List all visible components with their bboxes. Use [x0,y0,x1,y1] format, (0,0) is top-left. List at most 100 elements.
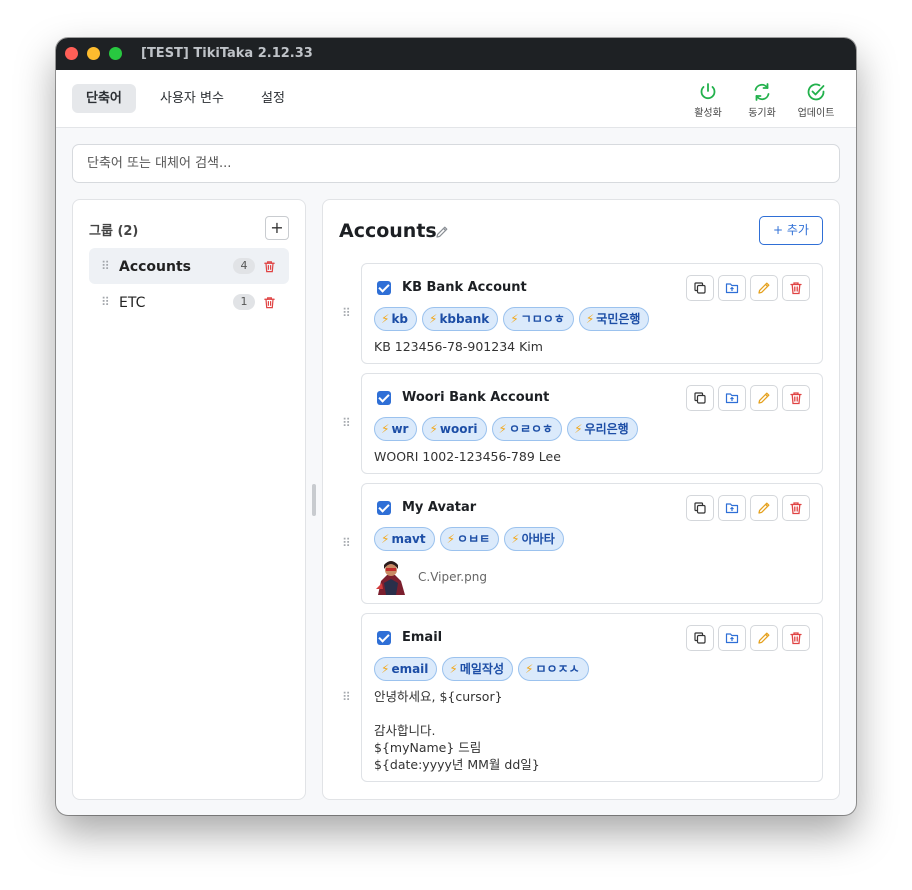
copy-icon [694,502,706,514]
drag-handle-icon[interactable]: ⠿ [101,259,110,273]
trigger-tag[interactable]: ⚡ ㅁㅇㅈㅅ [518,657,589,681]
snippet-card-kb[interactable]: ⠿ KB Bank Account ⚡ kb ⚡ kbbank ⚡ ㄱㅁㅇㅎ ⚡… [342,263,823,364]
snippet-card-avatar[interactable]: ⠿ My Avatar ⚡ mavt ⚡ ㅇㅂㅌ ⚡ 아바타 C.Viper.p… [342,483,823,604]
window-title: [TEST] TikiTaka 2.12.33 [141,46,313,61]
trigger-tags: ⚡ email ⚡ 메일작성 ⚡ ㅁㅇㅈㅅ [374,657,589,681]
edit-group-name-button[interactable] [435,224,449,243]
bolt-icon: ⚡ [498,422,507,436]
trigger-tag[interactable]: ⚡ kb [374,307,418,331]
drag-handle-icon[interactable]: ⠿ [342,416,351,430]
add-snippet-button[interactable]: + 추가 [759,216,823,245]
trigger-tag[interactable]: ⚡ ㄱㅁㅇㅎ [503,307,574,331]
snippet-name: Email [402,630,443,645]
edit-button[interactable] [750,385,778,411]
delete-button[interactable] [782,385,810,411]
copy-icon [694,392,706,404]
folder-move-icon [725,503,739,514]
group-header: 그룹 (2) [89,224,139,239]
tab-shortcuts[interactable]: 단축어 [72,84,136,113]
snippet-card-woori[interactable]: ⠿ Woori Bank Account ⚡ wr ⚡ woori ⚡ ㅇㄹㅇㅎ… [342,373,823,474]
copy-button[interactable] [686,275,714,301]
move-to-folder-button[interactable] [718,625,746,651]
tag-label: ㅇㅂㅌ [457,532,491,546]
edit-button[interactable] [750,495,778,521]
sync-button[interactable]: 동기화 [736,82,788,119]
tag-label: 메일작성 [459,662,505,676]
trash-icon [790,392,802,405]
group-count-badge: 1 [233,294,255,310]
trigger-tag[interactable]: ⚡ email [374,657,438,681]
move-to-folder-button[interactable] [718,385,746,411]
drag-handle-icon[interactable]: ⠿ [342,536,351,550]
trigger-tag[interactable]: ⚡ kbbank [422,307,499,331]
group-item-accounts[interactable]: ⠿ Accounts 4 [89,248,289,284]
snippet-card-email[interactable]: ⠿ Email ⚡ email ⚡ 메일작성 ⚡ ㅁㅇㅈㅅ 안녕하세요, ${c… [342,613,823,782]
update-button[interactable]: 업데이트 [790,82,842,119]
bolt-icon: ⚡ [511,532,520,546]
snippet-name: Woori Bank Account [402,390,550,405]
trigger-tag[interactable]: ⚡ 메일작성 [442,657,514,681]
trigger-tag[interactable]: ⚡ wr [374,417,418,441]
copy-button[interactable] [686,385,714,411]
edit-button[interactable] [750,275,778,301]
folder-move-icon [725,393,739,404]
close-window-button[interactable] [65,47,78,60]
group-item-etc[interactable]: ⠿ ETC 1 [89,284,289,320]
enabled-checkbox[interactable] [377,391,391,405]
trigger-tag[interactable]: ⚡ 우리은행 [567,417,638,441]
delete-button[interactable] [782,275,810,301]
search-input[interactable] [72,144,840,183]
delete-button[interactable] [782,625,810,651]
drag-handle-icon[interactable]: ⠿ [101,295,110,309]
trigger-tag[interactable]: ⚡ 아바타 [504,527,564,551]
pencil-icon [758,392,770,404]
trigger-tags: ⚡ wr ⚡ woori ⚡ ㅇㄹㅇㅎ ⚡ 우리은행 [374,417,638,441]
copy-button[interactable] [686,625,714,651]
pencil-icon [758,502,770,514]
pencil-icon [436,226,448,238]
folder-move-icon [725,283,739,294]
trigger-tag[interactable]: ⚡ mavt [374,527,435,551]
tab-user-variables[interactable]: 사용자 변수 [146,84,238,113]
delete-button[interactable] [782,495,810,521]
enabled-checkbox[interactable] [377,501,391,515]
drag-handle-icon[interactable]: ⠿ [342,306,351,320]
enabled-checkbox[interactable] [377,281,391,295]
trigger-tag[interactable]: ⚡ woori [422,417,487,441]
trash-icon [790,632,802,645]
minimize-window-button[interactable] [87,47,100,60]
window-controls [65,47,122,60]
delete-group-button[interactable] [263,258,276,277]
add-group-button[interactable]: + [265,216,289,240]
trigger-tag[interactable]: ⚡ ㅇㄹㅇㅎ [491,417,563,441]
snippet-name: My Avatar [402,500,477,515]
delete-group-button[interactable] [263,294,276,313]
trash-icon [264,297,275,309]
copy-icon [694,282,706,294]
group-sidebar: 그룹 (2) + ⠿ Accounts 4 ⠿ ETC 1 [72,199,306,800]
tag-label: mavt [391,532,426,546]
bolt-icon: ⚡ [449,662,458,676]
tag-label: 아바타 [521,532,555,546]
copy-icon [694,632,706,644]
snippet-panel: Accounts + 추가 ⠿ KB Bank Account ⚡ kb ⚡ k… [322,199,840,800]
tag-label: kbbank [439,312,490,326]
activate-button[interactable]: 활성화 [682,82,734,119]
trigger-tag[interactable]: ⚡ ㅇㅂㅌ [439,527,500,551]
pencil-icon [758,282,770,294]
enabled-checkbox[interactable] [377,631,391,645]
tag-label: 우리은행 [584,422,629,436]
tag-label: woori [439,422,478,436]
bolt-icon: ⚡ [381,662,390,676]
move-to-folder-button[interactable] [718,495,746,521]
tab-settings[interactable]: 설정 [247,84,299,113]
trigger-tags: ⚡ mavt ⚡ ㅇㅂㅌ ⚡ 아바타 [374,527,564,551]
edit-button[interactable] [750,625,778,651]
move-to-folder-button[interactable] [718,275,746,301]
drag-handle-icon[interactable]: ⠿ [342,690,351,704]
copy-button[interactable] [686,495,714,521]
bolt-icon: ⚡ [574,422,583,436]
maximize-window-button[interactable] [109,47,122,60]
trigger-tag[interactable]: ⚡ 국민은행 [578,307,650,331]
panel-resize-handle[interactable] [312,484,316,516]
